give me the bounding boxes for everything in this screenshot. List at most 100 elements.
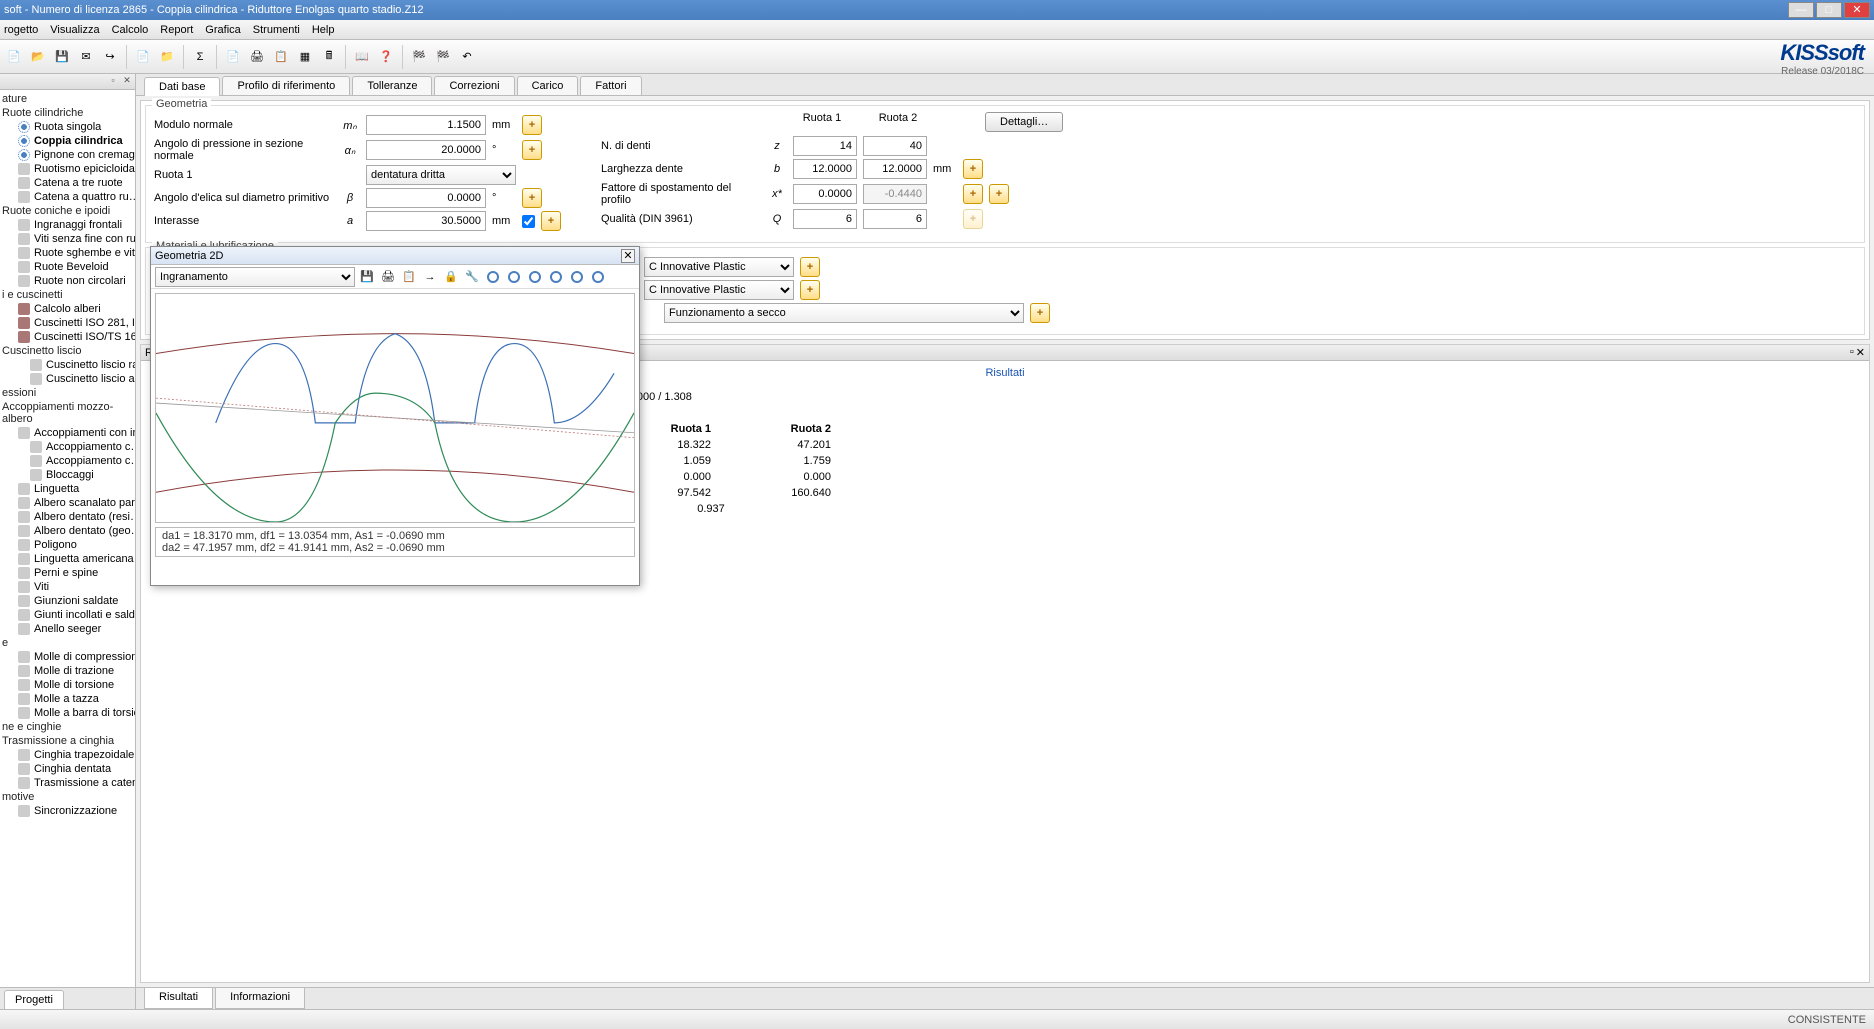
mat1-button[interactable]: + [800, 257, 820, 277]
tree-item[interactable]: Cinghia dentata [0, 762, 135, 776]
tree-cat[interactable]: ature [0, 92, 135, 106]
minimize-button[interactable]: — [1788, 2, 1814, 18]
select-material-1[interactable]: C Innovative Plastic [644, 257, 794, 277]
tree-item[interactable]: Bloccaggi [0, 468, 135, 482]
tree-item[interactable]: Giunzioni saldate [0, 594, 135, 608]
select-material-2[interactable]: C Innovative Plastic [644, 280, 794, 300]
page-icon[interactable]: 📄 [223, 47, 243, 67]
dettagli-button[interactable]: Dettagli… [985, 112, 1063, 132]
tree-item[interactable]: Perni e spine [0, 566, 135, 580]
select-ruota1[interactable]: dentatura dritta [366, 165, 516, 185]
tree-item[interactable]: Ingranaggi frontali [0, 218, 135, 232]
tree-item[interactable]: Giunti incollati e saldati [0, 608, 135, 622]
menu-report[interactable]: Report [160, 24, 193, 36]
close-panel-icon[interactable]: ✕ [121, 74, 133, 86]
new-icon[interactable]: 📄 [4, 47, 24, 67]
module-tree[interactable]: atureRuote cilindricheRuota singolaCoppi… [0, 90, 135, 985]
sigma-icon[interactable]: Σ [190, 47, 210, 67]
tree-item[interactable]: Coppia cilindrica [0, 134, 135, 148]
results-close-icon[interactable]: ✕ [1856, 346, 1865, 359]
tree-item[interactable]: Cuscinetti ISO 281, ISO 75 [0, 316, 135, 330]
input-qualita-2[interactable] [863, 209, 927, 229]
calc-angpres-button[interactable]: + [522, 140, 542, 160]
menu-help[interactable]: Help [312, 24, 335, 36]
tree-item[interactable]: Accoppiamento c… [0, 454, 135, 468]
tree-item[interactable]: Linguetta americana [0, 552, 135, 566]
tree-item[interactable]: Catena a quattro ru… [0, 190, 135, 204]
tab-profilo-di-riferimento[interactable]: Profilo di riferimento [222, 76, 350, 95]
tree-item[interactable]: Molle di trazione [0, 664, 135, 678]
tab-correzioni[interactable]: Correzioni [434, 76, 514, 95]
menu-visualizza[interactable]: Visualizza [50, 24, 99, 36]
calc-largh-button[interactable]: + [963, 159, 983, 179]
export-icon[interactable]: ↪ [100, 47, 120, 67]
mat2-button[interactable]: + [800, 280, 820, 300]
input-fattore-1[interactable] [793, 184, 857, 204]
float-gear5-icon[interactable] [568, 268, 586, 286]
folder-icon[interactable]: 📁 [157, 47, 177, 67]
tree-item[interactable]: Accoppiamento c… [0, 440, 135, 454]
geometry-2d-window[interactable]: Geometria 2D ✕ Ingranamento 💾 🖨 📋 → 🔒 🔧 … [150, 246, 640, 586]
btab-risultati[interactable]: Risultati [144, 988, 213, 1009]
open-icon[interactable]: 📂 [28, 47, 48, 67]
tree-cat[interactable]: Cuscinetto liscio [0, 344, 135, 358]
float-clip-icon[interactable]: 📋 [400, 268, 418, 286]
float-print-icon[interactable]: 🖨 [379, 268, 397, 286]
calc-modulo-button[interactable]: + [522, 115, 542, 135]
tree-item[interactable]: Albero scanalato par… [0, 496, 135, 510]
select-lubrication[interactable]: Funzionamento a secco [664, 303, 1024, 323]
doc-icon[interactable]: 📄 [133, 47, 153, 67]
tree-item[interactable]: Accoppiamenti con interf… [0, 426, 135, 440]
tree-cat[interactable]: Accoppiamenti mozzo-albero [0, 400, 135, 426]
tree-cat[interactable]: Ruote cilindriche [0, 106, 135, 120]
tree-cat[interactable]: Ruote coniche e ipoidi [0, 204, 135, 218]
float-gear2-icon[interactable] [505, 268, 523, 286]
menu-strumenti[interactable]: Strumenti [253, 24, 300, 36]
float-gear6-icon[interactable] [589, 268, 607, 286]
tree-item[interactable]: Anello seeger [0, 622, 135, 636]
input-modulo[interactable] [366, 115, 486, 135]
tree-item[interactable]: Molle a tazza [0, 692, 135, 706]
tree-item[interactable]: Ruota singola [0, 120, 135, 134]
calc-angelica-button[interactable]: + [522, 188, 542, 208]
input-largh-2[interactable] [863, 159, 927, 179]
close-button[interactable]: ✕ [1844, 2, 1870, 18]
tree-cat[interactable]: essioni [0, 386, 135, 400]
tree-item[interactable]: Cinghia trapezoidale [0, 748, 135, 762]
tree-item[interactable]: Viti senza fine con ruota … [0, 232, 135, 246]
lub-button[interactable]: + [1030, 303, 1050, 323]
tree-item[interactable]: Trasmissione a catena [0, 776, 135, 790]
tree-item[interactable]: Poligono [0, 538, 135, 552]
tab-tolleranze[interactable]: Tolleranze [352, 76, 432, 95]
input-angelica[interactable] [366, 188, 486, 208]
input-largh-1[interactable] [793, 159, 857, 179]
calc-interasse-button[interactable]: + [541, 211, 561, 231]
tree-cat[interactable]: motive [0, 790, 135, 804]
tab-fattori[interactable]: Fattori [580, 76, 641, 95]
tab-carico[interactable]: Carico [517, 76, 579, 95]
tree-item[interactable]: Ruotismo epicicloidale [0, 162, 135, 176]
float-select[interactable]: Ingranamento [155, 267, 355, 287]
calc-icon[interactable]: 🖩 [319, 47, 339, 67]
float-lock-icon[interactable]: 🔒 [442, 268, 460, 286]
tree-item[interactable]: Cuscinetto liscio assi… [0, 372, 135, 386]
check-interasse[interactable] [522, 215, 535, 228]
menu-grafica[interactable]: Grafica [205, 24, 240, 36]
tree-item[interactable]: Albero dentato (resi… [0, 510, 135, 524]
book-icon[interactable]: 📖 [352, 47, 372, 67]
input-ndenti-2[interactable] [863, 136, 927, 156]
results-undock-icon[interactable]: ▫ [1850, 346, 1854, 359]
print-icon[interactable]: 🖨 [247, 47, 267, 67]
input-angpres[interactable] [366, 140, 486, 160]
tree-item[interactable]: Viti [0, 580, 135, 594]
tree-item[interactable]: Ruote non circolari [0, 274, 135, 288]
float-gear1-icon[interactable] [484, 268, 502, 286]
input-ndenti-1[interactable] [793, 136, 857, 156]
calc-fattore-button[interactable]: + [963, 184, 983, 204]
float-gear3-icon[interactable] [526, 268, 544, 286]
tree-cat[interactable]: ne e cinghie [0, 720, 135, 734]
tree-item[interactable]: Sincronizzazione [0, 804, 135, 818]
maximize-button[interactable]: □ [1816, 2, 1842, 18]
tree-item[interactable]: Pignone con cremagli… [0, 148, 135, 162]
float-export-icon[interactable]: → [421, 268, 439, 286]
